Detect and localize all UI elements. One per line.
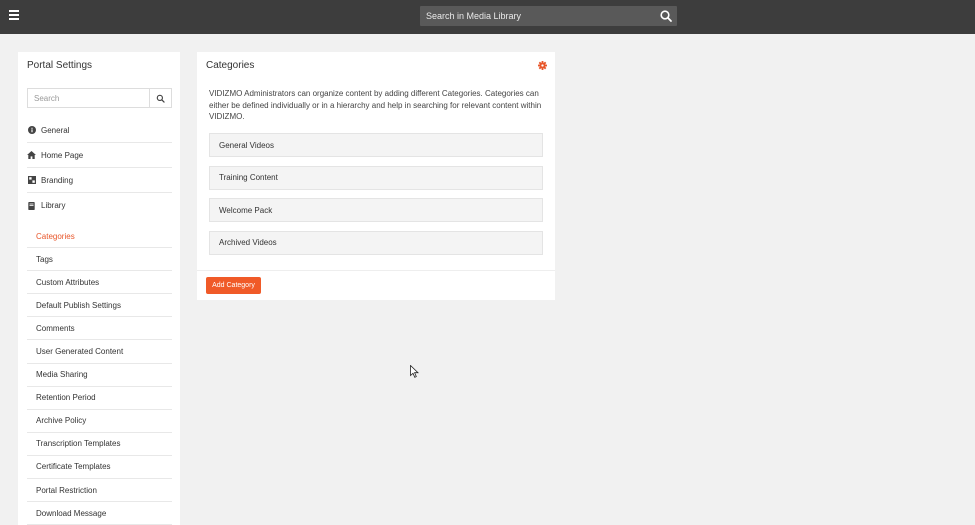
sidebar-item-library[interactable]: Library xyxy=(27,193,172,218)
panel-description: VIDIZMO Administrators can organize cont… xyxy=(209,89,542,121)
hamburger-icon[interactable] xyxy=(9,10,19,22)
sidebar-search-input[interactable] xyxy=(28,89,150,107)
category-item[interactable]: Welcome Pack xyxy=(209,198,543,222)
category-item[interactable]: Training Content xyxy=(209,165,543,190)
sidebar-item-general[interactable]: General xyxy=(27,118,172,143)
media-library-search xyxy=(420,6,677,26)
sidebar-subitem-archive-policy[interactable]: Archive Policy xyxy=(27,410,172,433)
branding-icon xyxy=(27,176,36,185)
portal-settings-sidebar: Portal Settings General Home Page xyxy=(18,52,180,525)
category-item[interactable]: Archived Videos xyxy=(209,230,543,255)
gear-icon[interactable] xyxy=(538,61,547,70)
sidebar-subitem-tags[interactable]: Tags xyxy=(27,248,172,272)
panel-title: Categories xyxy=(206,60,255,71)
panel-divider xyxy=(197,270,555,271)
sidebar-nav: General Home Page Branding Library xyxy=(27,118,172,218)
sidebar-item-home-page[interactable]: Home Page xyxy=(27,143,172,168)
sidebar-subitem-transcription-templates[interactable]: Transcription Templates xyxy=(27,433,172,456)
mouse-cursor-icon xyxy=(410,365,419,378)
sidebar-subitem-media-sharing[interactable]: Media Sharing xyxy=(27,364,172,387)
add-category-button[interactable]: Add Category xyxy=(206,277,261,294)
sidebar-subitem-retention-period[interactable]: Retention Period xyxy=(27,387,172,410)
sidebar-subitem-comments[interactable]: Comments xyxy=(27,317,172,341)
sidebar-item-label: Library xyxy=(41,201,66,210)
sidebar-subitem-categories[interactable]: Categories xyxy=(27,225,172,249)
sidebar-item-label: Home Page xyxy=(41,150,84,160)
sidebar-item-branding[interactable]: Branding xyxy=(27,168,172,193)
category-list: General Videos Training Content Welcome … xyxy=(209,133,543,263)
sidebar-item-label: General xyxy=(41,125,70,135)
search-icon[interactable] xyxy=(659,9,673,23)
library-submenu: Categories Tags Custom Attributes Defaul… xyxy=(27,225,172,525)
categories-panel: Categories VIDIZMO Administrators can or… xyxy=(197,52,555,300)
sidebar-title: Portal Settings xyxy=(27,60,93,71)
sidebar-search-button[interactable] xyxy=(149,89,171,107)
media-library-search-input[interactable] xyxy=(420,6,650,26)
book-icon xyxy=(27,201,36,210)
sidebar-subitem-download-message[interactable]: Download Message xyxy=(27,502,172,525)
sidebar-subitem-default-publish-settings[interactable]: Default Publish Settings xyxy=(27,294,172,318)
sidebar-subitem-certificate-templates[interactable]: Certificate Templates xyxy=(27,456,172,480)
home-icon xyxy=(27,151,36,160)
search-icon xyxy=(156,94,165,103)
category-item[interactable]: General Videos xyxy=(209,133,543,157)
info-circle-icon xyxy=(27,126,36,135)
sidebar-item-label: Branding xyxy=(41,175,74,185)
sidebar-subitem-portal-restriction[interactable]: Portal Restriction xyxy=(27,479,172,503)
sidebar-search xyxy=(27,88,172,108)
top-bar xyxy=(0,0,975,34)
sidebar-subitem-custom-attributes[interactable]: Custom Attributes xyxy=(27,271,172,295)
sidebar-subitem-user-generated-content[interactable]: User Generated Content xyxy=(27,340,172,364)
